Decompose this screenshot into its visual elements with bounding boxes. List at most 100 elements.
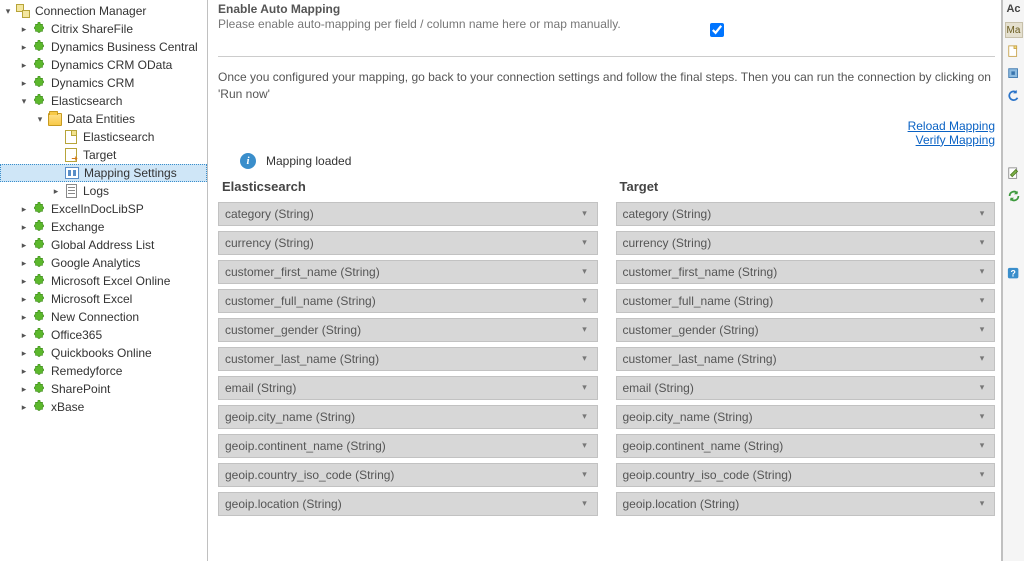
chevron-down-icon[interactable]: ▾	[578, 207, 592, 221]
chevron-down-icon[interactable]: ▾	[578, 468, 592, 482]
source-field-dropdown[interactable]: geoip.city_name (String)▾	[218, 405, 598, 429]
chevron-down-icon[interactable]: ▾	[578, 352, 592, 366]
target-field-dropdown[interactable]: geoip.city_name (String)▾	[616, 405, 996, 429]
source-field-dropdown[interactable]: geoip.continent_name (String)▾	[218, 434, 598, 458]
settings-cube-icon[interactable]	[1006, 66, 1022, 82]
target-field-dropdown[interactable]: geoip.location (String)▾	[616, 492, 996, 516]
tree-item[interactable]: Elasticsearch	[0, 128, 207, 146]
target-field-dropdown[interactable]: email (String)▾	[616, 376, 996, 400]
tree-root[interactable]: ▾ Connection Manager	[0, 2, 207, 20]
target-field-dropdown[interactable]: currency (String)▾	[616, 231, 996, 255]
tree-item[interactable]: ▸ExcelInDocLibSP	[0, 200, 207, 218]
source-field-dropdown[interactable]: geoip.location (String)▾	[218, 492, 598, 516]
chevron-down-icon[interactable]: ▾	[975, 410, 989, 424]
collapse-icon[interactable]: ▾	[34, 113, 46, 125]
new-document-icon[interactable]	[1006, 44, 1022, 60]
refresh-icon[interactable]	[1006, 188, 1022, 204]
chevron-down-icon[interactable]: ▾	[578, 497, 592, 511]
expand-icon[interactable]: ▸	[18, 23, 30, 35]
chevron-down-icon[interactable]: ▾	[975, 207, 989, 221]
chevron-down-icon[interactable]: ▾	[578, 410, 592, 424]
target-field-dropdown[interactable]: geoip.country_iso_code (String)▾	[616, 463, 996, 487]
expand-icon[interactable]: ▸	[18, 365, 30, 377]
chevron-down-icon[interactable]: ▾	[578, 294, 592, 308]
source-field-dropdown[interactable]: currency (String)▾	[218, 231, 598, 255]
chevron-down-icon[interactable]: ▾	[975, 265, 989, 279]
field-value: customer_first_name (String)	[225, 265, 380, 279]
field-value: customer_full_name (String)	[225, 294, 376, 308]
tree-item[interactable]: ▸Remedyforce	[0, 362, 207, 380]
expand-icon[interactable]: ▸	[18, 347, 30, 359]
target-field-dropdown[interactable]: geoip.continent_name (String)▾	[616, 434, 996, 458]
chevron-down-icon[interactable]: ▾	[578, 381, 592, 395]
expand-icon[interactable]: ▸	[18, 221, 30, 233]
target-field-dropdown[interactable]: customer_last_name (String)▾	[616, 347, 996, 371]
expand-icon[interactable]: ▸	[18, 257, 30, 269]
tree-item[interactable]: ▸xBase	[0, 398, 207, 416]
collapse-icon[interactable]: ▾	[2, 5, 14, 17]
chevron-down-icon[interactable]: ▾	[975, 468, 989, 482]
chevron-down-icon[interactable]: ▾	[975, 381, 989, 395]
source-field-dropdown[interactable]: category (String)▾	[218, 202, 598, 226]
expand-icon[interactable]: ▸	[18, 275, 30, 287]
expand-icon[interactable]: ▸	[18, 293, 30, 305]
chevron-down-icon[interactable]: ▾	[975, 294, 989, 308]
expand-icon[interactable]: ▸	[18, 41, 30, 53]
expand-icon[interactable]: ▸	[18, 77, 30, 89]
target-field-dropdown[interactable]: category (String)▾	[616, 202, 996, 226]
expand-icon[interactable]: ▸	[18, 59, 30, 71]
tree-item[interactable]: ▸New Connection	[0, 308, 207, 326]
tree-item[interactable]: ▸Global Address List	[0, 236, 207, 254]
tree-item[interactable]: ▸Dynamics CRM OData	[0, 56, 207, 74]
tree-item[interactable]: ▸SharePoint	[0, 380, 207, 398]
tree-item[interactable]: ▸Quickbooks Online	[0, 344, 207, 362]
puzzle-icon	[31, 237, 47, 253]
undo-icon[interactable]	[1006, 88, 1022, 104]
tree-item[interactable]: ▸Citrix ShareFile	[0, 20, 207, 38]
edit-page-icon[interactable]	[1006, 166, 1022, 182]
chevron-down-icon[interactable]: ▾	[578, 323, 592, 337]
tree-item[interactable]: Target	[0, 146, 207, 164]
source-field-dropdown[interactable]: geoip.country_iso_code (String)▾	[218, 463, 598, 487]
enable-auto-mapping-checkbox[interactable]	[710, 23, 724, 37]
expand-icon[interactable]: ▸	[18, 383, 30, 395]
target-field-dropdown[interactable]: customer_full_name (String)▾	[616, 289, 996, 313]
verify-mapping-link[interactable]: Verify Mapping	[218, 133, 995, 147]
chevron-down-icon[interactable]: ▾	[975, 352, 989, 366]
source-field-dropdown[interactable]: customer_last_name (String)▾	[218, 347, 598, 371]
source-field-dropdown[interactable]: email (String)▾	[218, 376, 598, 400]
tree-item[interactable]: ▸Microsoft Excel Online	[0, 272, 207, 290]
expand-icon[interactable]: ▸	[18, 239, 30, 251]
chevron-down-icon[interactable]: ▾	[975, 497, 989, 511]
chevron-down-icon[interactable]: ▾	[578, 236, 592, 250]
chevron-down-icon[interactable]: ▾	[975, 439, 989, 453]
chevron-down-icon[interactable]: ▾	[975, 323, 989, 337]
tree-item[interactable]: ▸Google Analytics	[0, 254, 207, 272]
expand-icon[interactable]: ▸	[18, 329, 30, 341]
chevron-down-icon[interactable]: ▾	[578, 265, 592, 279]
expand-icon[interactable]: ▸	[18, 311, 30, 323]
expand-icon[interactable]: ▸	[18, 401, 30, 413]
collapse-icon[interactable]: ▾	[18, 95, 30, 107]
expand-icon[interactable]: ▸	[50, 185, 62, 197]
tree-item[interactable]: ▸Microsoft Excel	[0, 290, 207, 308]
target-field-dropdown[interactable]: customer_gender (String)▾	[616, 318, 996, 342]
expand-icon[interactable]: ▸	[18, 203, 30, 215]
right-tab[interactable]: Ma	[1005, 22, 1023, 38]
tree-item[interactable]: ▾Elasticsearch	[0, 92, 207, 110]
tree-item[interactable]: ▾Data Entities	[0, 110, 207, 128]
chevron-down-icon[interactable]: ▾	[578, 439, 592, 453]
source-field-dropdown[interactable]: customer_full_name (String) ▾	[218, 289, 598, 313]
chevron-down-icon[interactable]: ▾	[975, 236, 989, 250]
tree-item[interactable]: ▸Dynamics CRM	[0, 74, 207, 92]
source-field-dropdown[interactable]: customer_gender (String)▾	[218, 318, 598, 342]
tree-item[interactable]: ▸Office365	[0, 326, 207, 344]
target-field-dropdown[interactable]: customer_first_name (String)▾	[616, 260, 996, 284]
tree-item[interactable]: ▸Dynamics Business Central	[0, 38, 207, 56]
tree-item[interactable]: Mapping Settings	[0, 164, 207, 182]
tree-item[interactable]: ▸Exchange	[0, 218, 207, 236]
tree-item[interactable]: ▸Logs	[0, 182, 207, 200]
help-icon[interactable]: ?	[1006, 266, 1022, 282]
reload-mapping-link[interactable]: Reload Mapping	[218, 119, 995, 133]
source-field-dropdown[interactable]: customer_first_name (String) ▾	[218, 260, 598, 284]
